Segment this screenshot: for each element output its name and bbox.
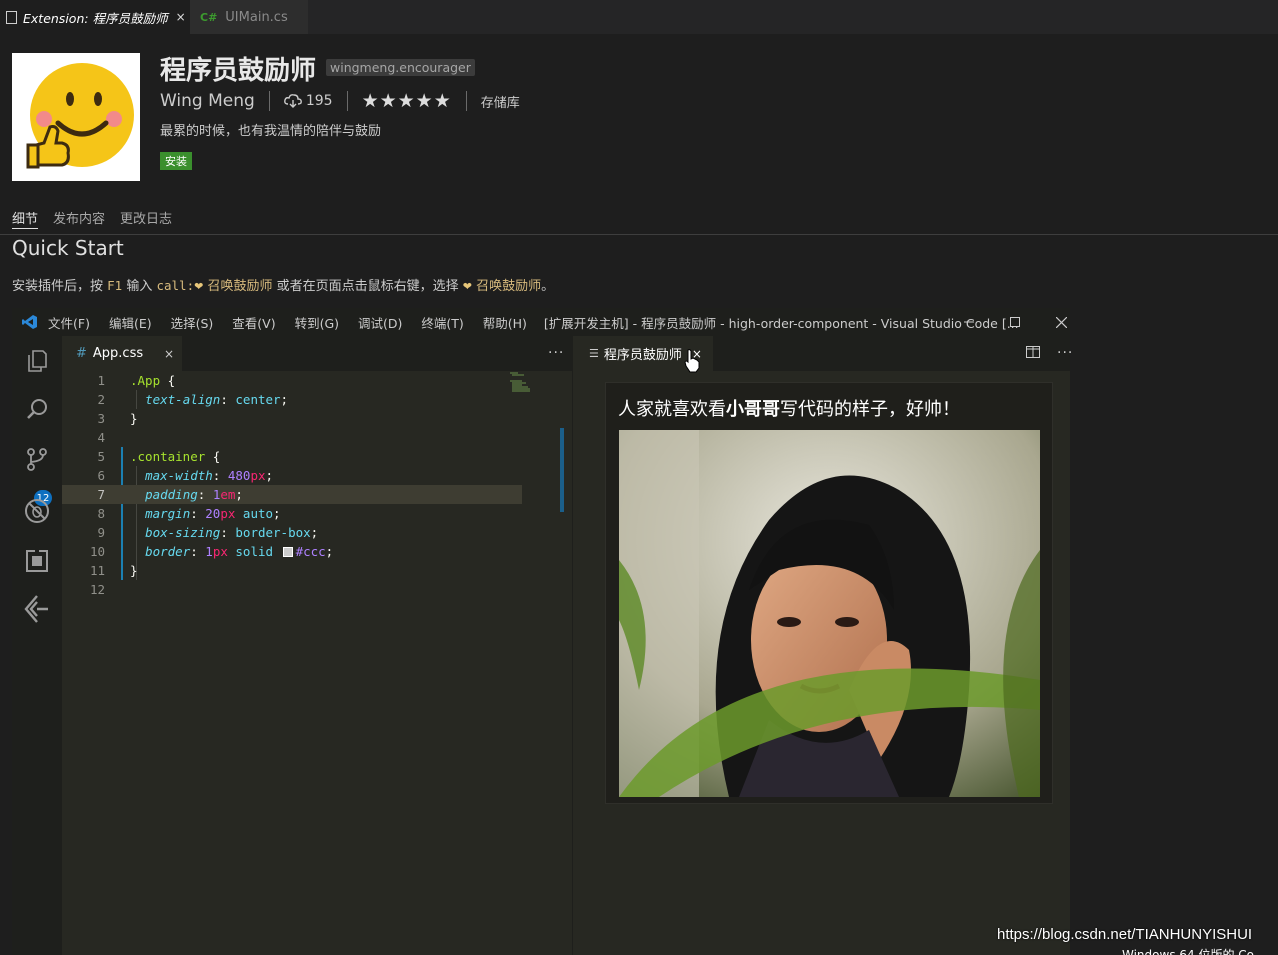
extension-author[interactable]: Wing Meng <box>160 91 255 111</box>
tab-contributions[interactable]: 发布内容 <box>53 208 105 227</box>
menu-help[interactable]: 帮助(H) <box>483 316 527 331</box>
divider <box>346 91 348 111</box>
tab-title: App.css <box>92 346 144 361</box>
vscode-window: 文件(F) 编辑(E) 选择(S) 查看(V) 转到(G) 调试(D) 终端(T… <box>12 308 1073 955</box>
code-line: 1 .App { <box>97 373 176 388</box>
encourager-preview-card: 人家就喜欢看小哥哥写代码的样子，好帅！ <box>605 382 1053 804</box>
extension-name: 程序员鼓励师 <box>160 56 317 86</box>
divider <box>465 91 467 111</box>
more-actions-icon[interactable]: ··· <box>548 345 564 361</box>
document-icon <box>6 10 17 24</box>
download-count: 195 <box>283 93 333 109</box>
watermark-text: https://blog.csdn.net/TIANHUNYISHUI <box>997 926 1253 943</box>
menu-terminal[interactable]: 终端(T) <box>421 316 463 331</box>
heart-icon: ❤ <box>462 280 472 293</box>
extension-description: 最累的时候，也有我温情的陪伴与鼓励 <box>160 124 382 139</box>
color-swatch[interactable] <box>282 547 293 557</box>
tab-details[interactable]: 细节 <box>12 208 38 227</box>
key-f1: F1 <box>107 278 123 293</box>
command-text: call: <box>156 278 195 293</box>
code-line: 5 .container { <box>97 449 221 464</box>
download-count-value: 195 <box>305 93 333 109</box>
readme-heading: Quick Start <box>12 236 124 260</box>
search-icon[interactable] <box>22 394 52 424</box>
tab-prefix: Extension: <box>23 10 89 26</box>
code-line: 6 max-width: 480px; <box>97 468 274 483</box>
readme-instructions: 安装插件后，按 F1 输入 call:❤ 召唤鼓励师 或者在页面点击鼠标右键，选… <box>12 278 555 294</box>
cloud-download-icon <box>283 94 302 108</box>
window-titlebar: 文件(F) 编辑(E) 选择(S) 查看(V) 转到(G) 调试(D) 终端(T… <box>12 308 1070 336</box>
source-control-icon[interactable] <box>22 444 52 474</box>
css-file-icon: # <box>76 346 87 361</box>
encourager-photo <box>619 430 1040 797</box>
code-line: 2 text-align: center; <box>97 392 289 407</box>
tab-title: 程序员鼓励师 <box>92 10 168 26</box>
split-editor-icon[interactable] <box>1026 346 1040 362</box>
code-line: 9 box-sizing: border-box; <box>97 525 319 540</box>
tab-uimain-cs[interactable]: C# UIMain.cs <box>190 0 308 34</box>
tab-changelog[interactable]: 更改日志 <box>120 208 172 227</box>
menu-selection[interactable]: 选择(S) <box>171 316 214 331</box>
tab-title: 程序员鼓励师 <box>603 348 682 363</box>
debug-icon[interactable] <box>22 496 52 526</box>
more-actions-icon[interactable]: ··· <box>1057 345 1073 361</box>
extension-logo <box>12 53 140 181</box>
heart-icon: ❤ <box>194 280 204 293</box>
rating-stars[interactable]: ★★★★★ <box>362 90 452 112</box>
install-button[interactable]: 安装 <box>160 152 192 170</box>
detail-nav: 细节 发布内容 更改日志 <box>12 208 187 227</box>
menu-go[interactable]: 转到(G) <box>295 316 339 331</box>
code-line: 8 margin: 20px auto; <box>97 506 281 521</box>
repository-link[interactable]: 存储库 <box>481 92 520 111</box>
command-link[interactable]: 召唤鼓励师 <box>203 279 272 294</box>
extensions-icon[interactable] <box>22 546 52 576</box>
pane-divider[interactable] <box>572 336 573 955</box>
menu-bar: 文件(F) 编辑(E) 选择(S) 查看(V) 转到(G) 调试(D) 终端(T… <box>48 313 542 332</box>
menu-file[interactable]: 文件(F) <box>48 316 90 331</box>
menu-view[interactable]: 查看(V) <box>232 316 275 331</box>
extension-meta: Wing Meng 195 ★★★★★ 存储库 <box>160 89 520 113</box>
extension-id-badge: wingmeng.encourager <box>326 59 475 76</box>
code-editor[interactable]: 1 .App { 2 text-align: center; 3} 4 5 .con… <box>62 371 572 955</box>
close-icon[interactable]: × <box>164 347 174 361</box>
code-line: 10 border: 1px solid #ccc; <box>89 544 334 559</box>
maximize-icon[interactable] <box>992 308 1038 336</box>
current-line: 7 padding: 1em; <box>62 485 522 504</box>
explorer-icon[interactable] <box>22 346 52 376</box>
editor-tabs: # App.css × ··· <box>62 336 572 371</box>
divider <box>0 234 1278 235</box>
tab-app-css[interactable]: # App.css × <box>62 336 182 371</box>
preview-tabs: ☰ 程序员鼓励师 × ··· <box>573 336 1073 371</box>
menu-edit[interactable]: 编辑(E) <box>109 316 152 331</box>
tab-title: UIMain.cs <box>225 9 288 25</box>
context-menu-link[interactable]: 召唤鼓励师 <box>472 279 541 294</box>
update-notification[interactable]: Windows 64 位版的 Co <box>1122 946 1278 955</box>
preview-caption: 人家就喜欢看小哥哥写代码的样子，好帅！ <box>618 399 960 420</box>
csharp-icon: C# <box>200 10 218 24</box>
hand-cursor-icon <box>684 349 700 377</box>
remote-explorer-icon[interactable] <box>22 594 52 624</box>
scrollbar-thumb[interactable] <box>560 428 564 512</box>
code-line: 4 <box>97 430 105 445</box>
divider <box>268 91 270 111</box>
menu-debug[interactable]: 调试(D) <box>358 316 402 331</box>
close-window-icon[interactable] <box>1038 308 1084 336</box>
editor-tab-bar: Extension: 程序员鼓励师 × C# UIMain.cs <box>0 0 1278 34</box>
close-icon[interactable]: × <box>176 10 186 24</box>
minimize-icon[interactable] <box>946 308 992 336</box>
code-line: 12 <box>89 582 105 597</box>
preview-icon: ☰ <box>589 347 599 360</box>
vscode-logo-icon <box>12 314 48 330</box>
tab-extension-encourager[interactable]: Extension: 程序员鼓励师 × <box>0 0 190 34</box>
code-line: 3} <box>97 411 138 426</box>
code-line: 11} <box>89 563 138 578</box>
activity-bar: 12 <box>12 336 62 955</box>
